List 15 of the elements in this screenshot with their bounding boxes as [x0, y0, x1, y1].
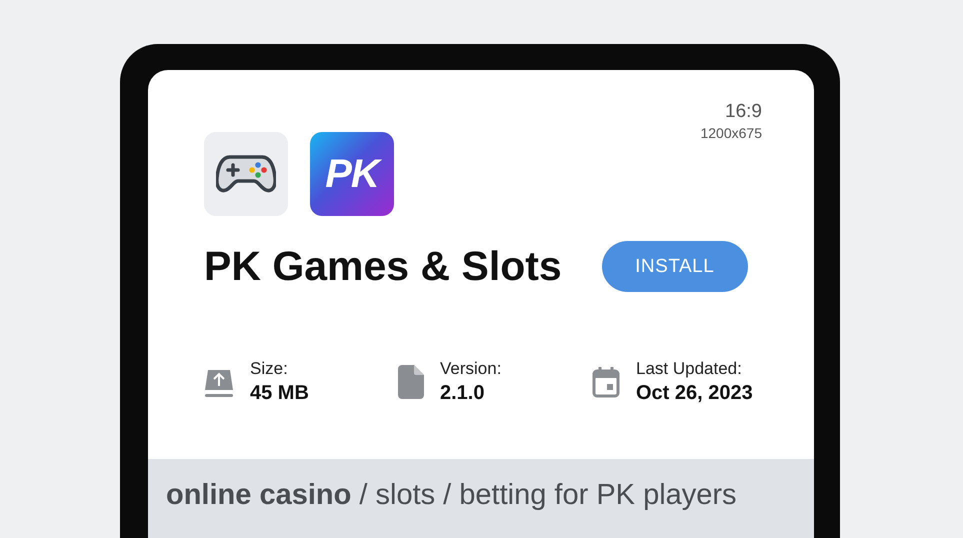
app-logo: PK — [310, 132, 394, 216]
gamepad-icon — [204, 132, 288, 216]
file-icon — [398, 365, 424, 399]
install-button[interactable]: INSTALL — [602, 241, 748, 292]
stat-label: Size: — [250, 358, 289, 380]
stat-label: Last Updated: — [636, 358, 743, 380]
app-title: PK Games & Slots — [204, 242, 562, 291]
stat-value: 45 MB — [250, 381, 309, 406]
tagline: online casino / slots / betting for PK players — [166, 479, 737, 511]
calendar-icon — [592, 366, 620, 398]
stat-label: Version: — [440, 358, 502, 380]
stat-value: Oct 26, 2023 — [636, 381, 753, 406]
aspect-ratio-label: 16:9 — [724, 100, 762, 124]
stat-value: 2.1.0 — [440, 381, 486, 406]
resolution-label: 1200x675 — [700, 124, 762, 142]
